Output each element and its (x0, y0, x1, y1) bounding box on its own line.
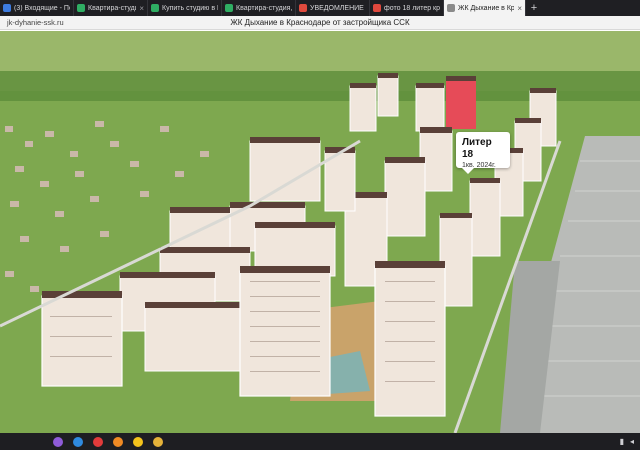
new-tab-button[interactable]: + (526, 0, 542, 16)
callout-title: Литер 18 (462, 137, 492, 160)
address-bar: jk-dyhanie-ssk.ru ЖК Дыхание в Краснодар… (0, 16, 640, 30)
yandex-icon[interactable] (128, 433, 148, 450)
tab-title: Квартира-студия, 24,5 м² (236, 4, 292, 12)
tab-title: Квартира-студия, 25,1 м² (88, 4, 136, 12)
aerial-scene (0, 31, 640, 433)
tab-title: (3) Входящие - Почта (14, 4, 70, 12)
edge-icon[interactable] (68, 433, 88, 450)
browser-tab-bar: (3) Входящие - Почта Квартира-студия, 25… (0, 0, 640, 16)
firefox-icon[interactable] (108, 433, 128, 450)
yandex-icon (373, 4, 381, 12)
mail-app-icon[interactable] (148, 433, 168, 450)
tab-photo-search[interactable]: фото 18 литер краснодар (370, 0, 444, 16)
ad-site-icon (151, 4, 159, 12)
site-icon (447, 4, 455, 12)
building-callout[interactable]: Литер 18 1кв. 2024г. (456, 132, 510, 174)
page-title: ЖК Дыхание в Краснодаре от застройщика С… (230, 18, 410, 27)
tab-title: Купить студию в Краснодаре (162, 4, 218, 12)
tab-apartment-2[interactable]: Квартира-студия, 24,5 м² (222, 0, 296, 16)
ad-site-icon (77, 4, 85, 12)
system-tray: ▮ ◂ (620, 437, 640, 446)
tab-buy-studio[interactable]: Купить студию в Краснодаре (148, 0, 222, 16)
tray-volume-icon[interactable]: ◂ (630, 437, 634, 446)
tab-active-site[interactable]: ЖК Дыхание в Краснодаре × (444, 0, 526, 16)
tray-network-icon[interactable]: ▮ (620, 437, 624, 446)
site-render-image: Литер 18 1кв. 2024г. (0, 31, 640, 433)
mail-icon (3, 4, 11, 12)
yandex-browser-icon[interactable] (88, 433, 108, 450)
tab-title: фото 18 литер краснодар (384, 4, 440, 12)
ad-site-icon (225, 4, 233, 12)
os-taskbar: ▮ ◂ (0, 433, 640, 450)
tab-notice[interactable]: УВЕДОМЛЕНИЕ О РАСТОРЖЕНИИ (296, 0, 370, 16)
close-icon[interactable]: × (517, 4, 522, 13)
close-icon[interactable]: × (139, 4, 144, 13)
tab-title: УВЕДОМЛЕНИЕ О РАСТОРЖЕНИИ (310, 4, 366, 12)
callout-subtitle: 1кв. 2024г. (462, 162, 496, 169)
highlighted-building[interactable] (446, 79, 476, 129)
tab-mail[interactable]: (3) Входящие - Почта (0, 0, 74, 16)
tab-apartment-1[interactable]: Квартира-студия, 25,1 м² × (74, 0, 148, 16)
doc-icon (299, 4, 307, 12)
windows-start-icon[interactable] (48, 433, 68, 450)
tab-title: ЖК Дыхание в Краснодаре (458, 4, 515, 12)
